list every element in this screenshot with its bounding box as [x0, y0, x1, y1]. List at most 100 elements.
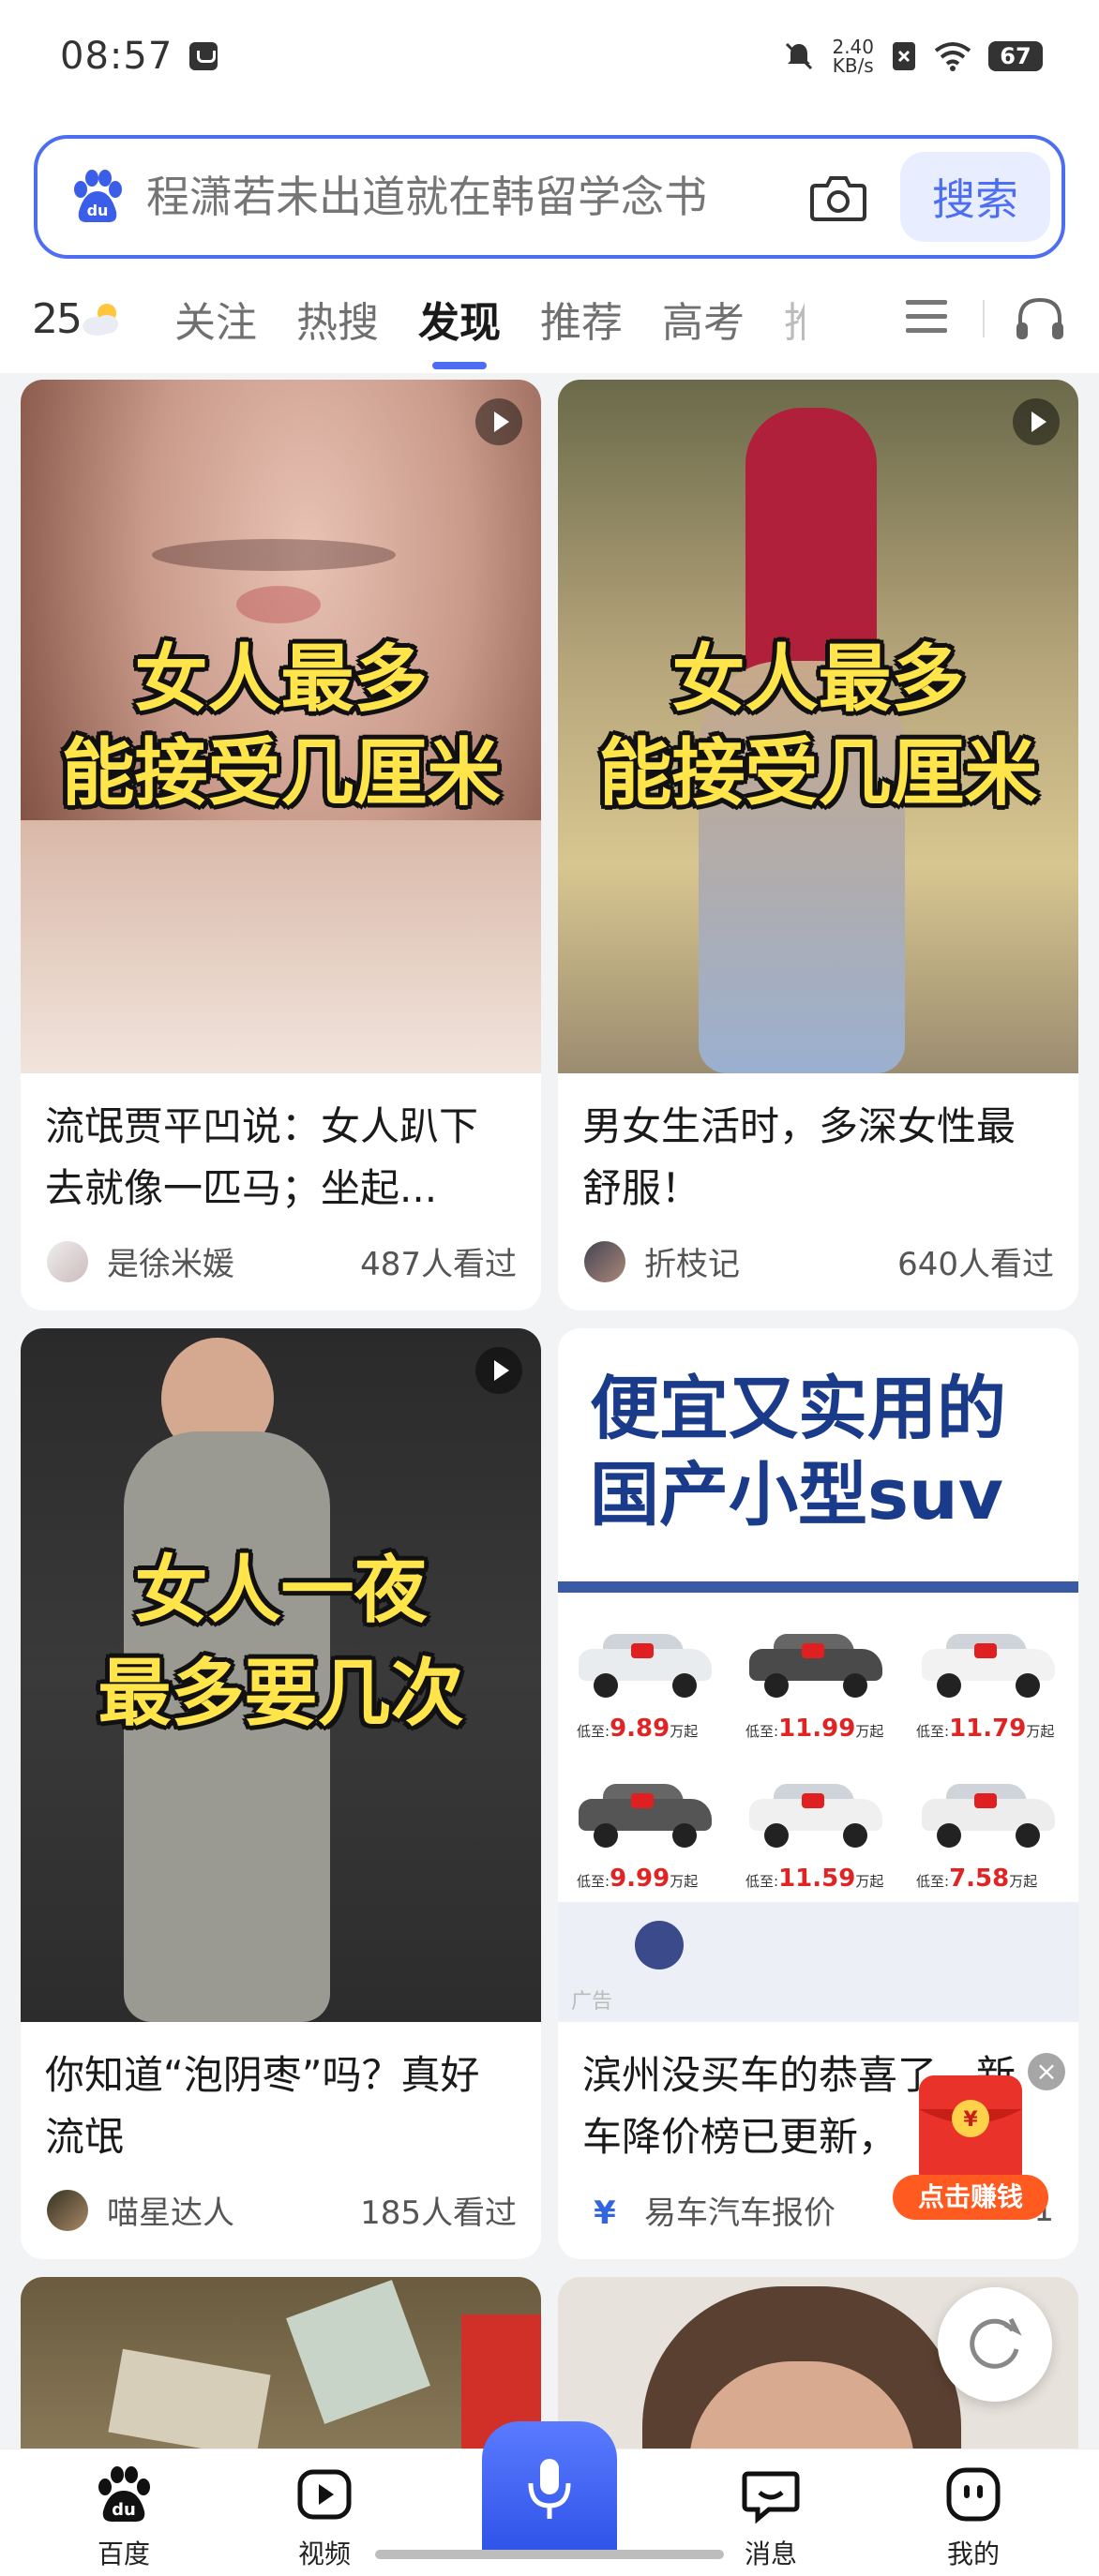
tab-tuijian[interactable]: 推荐 — [540, 289, 623, 349]
tab-guanzhu[interactable]: 关注 — [174, 289, 257, 349]
camera-icon[interactable] — [810, 172, 866, 221]
baidu-paw-icon: du — [74, 170, 122, 223]
wifi-icon — [934, 42, 971, 71]
price-value: 9.99 — [610, 1865, 670, 1893]
play-icon — [1013, 398, 1060, 445]
ad-image[interactable]: 便宜又实用的 国产小型suv 低至:9.89万起 低至:11.99万起 低至:1… — [558, 1328, 1078, 2022]
voice-search-button[interactable] — [482, 2421, 617, 2553]
price-prefix: 低至: — [745, 1873, 779, 1890]
red-packet-label: 点击赚钱 — [918, 2181, 1023, 2212]
car-price: 低至:7.58万起 — [916, 1865, 1037, 1893]
home-indicator[interactable] — [375, 2550, 724, 2559]
car-image — [575, 1630, 715, 1698]
price-suffix: 万起 — [1009, 1873, 1038, 1890]
tab-gaokao[interactable]: 高考 — [662, 289, 745, 349]
battery-icon: 67 — [988, 41, 1043, 71]
author-name[interactable]: 喵星达人 — [107, 2187, 234, 2233]
price-prefix: 低至: — [916, 1873, 950, 1890]
network-speed-unit: KB/s — [832, 54, 874, 77]
tab-overflow[interactable]: 推 — [784, 289, 805, 349]
feed-card[interactable]: 女人一夜 最多要几次 你知道“泡阴枣”吗？真好流氓 喵星达人 185人看过 — [21, 1328, 541, 2259]
author-avatar[interactable] — [47, 1240, 88, 1282]
channel-menu-icon[interactable] — [906, 300, 947, 334]
tab-faxian[interactable]: 发现 — [418, 289, 501, 349]
video-thumbnail[interactable]: 女人一夜 最多要几次 — [21, 1328, 541, 2022]
price-suffix: 万起 — [670, 1873, 699, 1890]
nav-label: 百度 — [97, 2539, 150, 2569]
car-image — [575, 1780, 715, 1848]
car-price: 低至:9.89万起 — [577, 1715, 698, 1743]
headphone-icon[interactable] — [1015, 294, 1065, 341]
author-name[interactable]: 是徐米媛 — [107, 1238, 234, 1284]
ad-headline-line2: 国产小型suv — [590, 1455, 1003, 1535]
refresh-button[interactable] — [938, 2287, 1052, 2402]
status-bar: 08:57 2.40 KB/s 67 — [0, 0, 1099, 112]
price-prefix: 低至: — [916, 1723, 950, 1740]
card-title[interactable]: 流氓贾平凹说：女人趴下去就像一匹马；坐起... — [21, 1073, 541, 1229]
nav-video[interactable]: 视频 — [259, 2464, 390, 2571]
feed-card[interactable]: 女人最多 能接受几厘米 男女生活时，多深女性最舒服！ 折枝记 640人看过 — [558, 380, 1078, 1310]
card-meta: 是徐米媛 487人看过 — [21, 1229, 541, 1310]
ad-logo — [635, 1921, 684, 1969]
tab-resou[interactable]: 热搜 — [296, 289, 379, 349]
car-image — [745, 1630, 886, 1698]
red-packet-button[interactable]: ¥ 点击赚钱 — [891, 2072, 1050, 2222]
network-speed: 2.40 KB/s — [832, 37, 874, 75]
price-prefix: 低至: — [577, 1723, 610, 1740]
view-count: 487人看过 — [360, 1246, 517, 1283]
thumbnail-caption-line1: 女人一夜 — [134, 1549, 428, 1633]
svg-text:¥: ¥ — [594, 2194, 616, 2231]
video-play-icon — [297, 2469, 352, 2520]
car-image — [918, 1780, 1059, 1848]
nav-home[interactable]: du 百度 — [58, 2464, 189, 2571]
search-bar[interactable]: du 搜索 — [34, 135, 1065, 259]
price-value: 11.59 — [778, 1865, 856, 1893]
ad-footer — [558, 1902, 1078, 2022]
network-speed-value: 2.40 — [832, 36, 874, 58]
author-avatar[interactable] — [47, 2189, 88, 2231]
tab-divider — [983, 300, 985, 337]
ad-headline: 便宜又实用的 国产小型suv — [590, 1366, 1006, 1538]
price-value: 11.79 — [949, 1715, 1027, 1743]
svg-text:du: du — [87, 202, 109, 219]
author-name[interactable]: 折枝记 — [644, 1238, 740, 1284]
ad-header-area: 便宜又实用的 国产小型suv — [558, 1328, 1078, 1581]
author-avatar[interactable] — [584, 1240, 625, 1282]
microphone-icon — [528, 2459, 571, 2519]
video-thumbnail[interactable]: 女人最多 能接受几厘米 — [558, 380, 1078, 1073]
price-suffix: 万起 — [855, 1723, 884, 1740]
car-price: 低至:11.59万起 — [745, 1865, 883, 1893]
price-prefix: 低至: — [745, 1723, 779, 1740]
search-input[interactable] — [146, 172, 810, 222]
nav-messages[interactable]: 消息 — [705, 2464, 836, 2571]
refresh-icon — [970, 2317, 1022, 2369]
weather-temperature: 25 — [32, 294, 83, 343]
feed-card[interactable] — [21, 2277, 541, 2464]
card-title[interactable]: 你知道“泡阴枣”吗？真好流氓 — [21, 2022, 541, 2178]
car-price-grid: 低至:9.89万起 低至:11.99万起 低至:11.79万起 低至:9.99万… — [558, 1593, 1078, 1902]
header: du 搜索 25 关注 热搜 发现 推荐 高考 推 — [0, 112, 1099, 373]
feed-card[interactable]: 女人最多 能接受几厘米 流氓贾平凹说：女人趴下去就像一匹马；坐起... 是徐米媛… — [21, 380, 541, 1310]
car-price: 低至:11.99万起 — [745, 1715, 883, 1743]
thumbnail-caption-line1: 女人最多 — [671, 637, 965, 722]
car-price: 低至:9.99万起 — [577, 1865, 698, 1893]
weather-widget[interactable]: 25 — [32, 295, 135, 343]
thumbnail-caption-line2: 最多要几次 — [98, 1652, 464, 1736]
mute-bell-icon — [786, 42, 813, 70]
view-count: 185人看过 — [360, 2194, 517, 2232]
nav-label: 消息 — [744, 2539, 797, 2569]
video-thumbnail[interactable]: 女人最多 能接受几厘米 — [21, 380, 541, 1073]
nav-profile[interactable]: 我的 — [908, 2464, 1039, 2571]
search-button[interactable]: 搜索 — [900, 152, 1050, 242]
play-icon — [475, 1347, 522, 1394]
nav-label: 视频 — [297, 2539, 351, 2569]
view-count: 640人看过 — [897, 1246, 1054, 1283]
car-image — [745, 1780, 886, 1848]
card-title[interactable]: 男女生活时，多深女性最舒服！ — [558, 1073, 1078, 1229]
nav-label: 我的 — [946, 2539, 1000, 2569]
card-thumbnail[interactable] — [21, 2277, 541, 2464]
thumbnail-caption-line1: 女人最多 — [134, 637, 428, 722]
yiche-logo-icon[interactable]: ¥ — [584, 2190, 625, 2231]
author-name[interactable]: 易车汽车报价 — [644, 2187, 836, 2233]
profile-icon — [946, 2467, 1001, 2522]
